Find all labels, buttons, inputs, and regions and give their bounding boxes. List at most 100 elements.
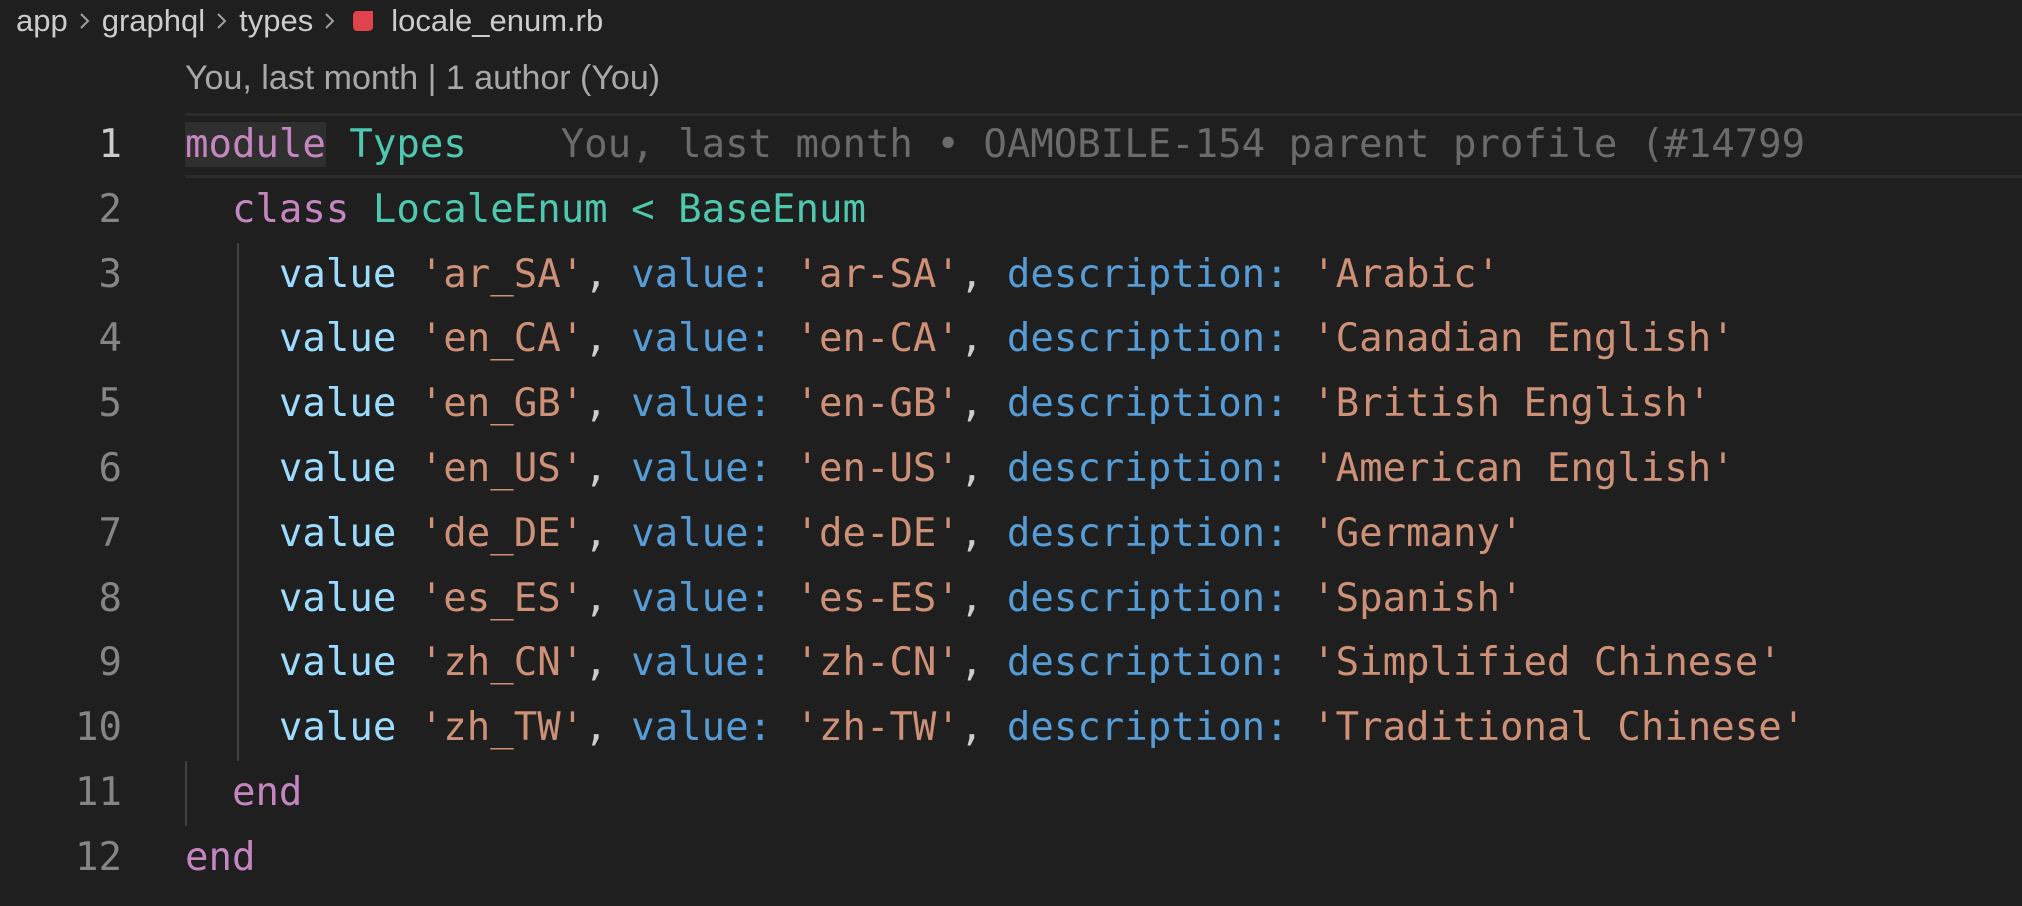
enum-value: 'en-US' <box>795 445 960 491</box>
enum-name: 'en_GB' <box>419 381 585 427</box>
value-method: value <box>278 381 397 427</box>
line-number: 7 <box>98 510 122 556</box>
code-text: class LocaleEnum < BaseEnum <box>185 178 866 243</box>
enum-name: 'es_ES' <box>419 575 585 621</box>
breadcrumb-item-app[interactable]: app <box>16 3 68 39</box>
code-text: value 'es_ES', value: 'es-ES', descripti… <box>278 575 1524 621</box>
line-number: 3 <box>98 251 122 297</box>
value-method: value <box>278 705 397 751</box>
enum-description: 'American English' <box>1312 445 1735 491</box>
line-number: 2 <box>98 186 122 232</box>
inherit-operator: < <box>631 186 655 232</box>
enum-value: 'zh-TW' <box>795 705 960 751</box>
value-key: value: <box>631 640 773 686</box>
keyword-end: end <box>231 769 303 815</box>
enum-description: 'Simplified Chinese' <box>1312 640 1782 686</box>
line-number: 1 <box>98 122 122 167</box>
enum-value: 'ar-SA' <box>795 251 960 297</box>
enum-value: 'en-CA' <box>795 316 960 362</box>
code-text: value 'en_US', value: 'en-US', descripti… <box>278 445 1735 491</box>
line-number: 8 <box>98 575 122 621</box>
enum-value: 'es-ES' <box>795 575 960 621</box>
code-line: 4 value 'en_CA', value: 'en-CA', descrip… <box>0 307 2022 373</box>
line-number: 4 <box>98 316 122 362</box>
code-line: 8 value 'es_ES', value: 'es-ES', descrip… <box>0 566 2022 632</box>
code-line: 11 end <box>0 760 2022 826</box>
enum-value: 'de-DE' <box>795 510 960 556</box>
base-class-name: BaseEnum <box>678 186 866 232</box>
value-key: value: <box>631 510 773 556</box>
keyword-module: module <box>185 122 326 167</box>
breadcrumb: app graphql types locale_enum.rb <box>16 0 603 42</box>
description-key: description: <box>1006 381 1289 427</box>
enum-name: 'de_DE' <box>419 510 585 556</box>
line-number: 6 <box>98 445 122 491</box>
value-key: value: <box>631 705 773 751</box>
code-text: value 'zh_CN', value: 'zh-CN', descripti… <box>278 640 1782 686</box>
value-method: value <box>278 575 397 621</box>
value-method: value <box>278 445 397 491</box>
inline-blame: You, last month • OAMOBILE-154 parent pr… <box>560 122 1806 167</box>
value-method: value <box>278 316 397 362</box>
description-key: description: <box>1006 575 1289 621</box>
code-text: end <box>185 761 302 826</box>
code-line: 10 value 'zh_TW', value: 'zh-TW', descri… <box>0 696 2022 761</box>
code-text: end <box>185 826 255 891</box>
class-name: LocaleEnum <box>372 186 608 232</box>
enum-description: 'Traditional Chinese' <box>1312 705 1806 751</box>
breadcrumb-item-types[interactable]: types <box>239 3 313 39</box>
chevron-right-icon <box>74 0 96 42</box>
value-key: value: <box>631 445 773 491</box>
description-key: description: <box>1006 510 1289 556</box>
enum-description: 'Canadian English' <box>1312 316 1735 362</box>
breadcrumb-item-file[interactable]: locale_enum.rb <box>391 3 603 39</box>
keyword-class: class <box>231 186 350 232</box>
code-text: value 'de_DE', value: 'de-DE', descripti… <box>278 510 1524 556</box>
keyword-end: end <box>185 834 256 880</box>
enum-name: 'en_US' <box>419 445 585 491</box>
description-key: description: <box>1006 445 1289 491</box>
chevron-right-icon <box>319 0 341 42</box>
code-line: 2 class LocaleEnum < BaseEnum <box>0 178 2022 243</box>
enum-name: 'ar_SA' <box>419 251 585 297</box>
blame-codelens[interactable]: You, last month | 1 author (You) <box>185 56 660 100</box>
value-method: value <box>278 251 397 297</box>
description-key: description: <box>1006 316 1289 362</box>
value-method: value <box>278 640 397 686</box>
code-line: 1 module Types You, last month • OAMOBIL… <box>0 113 2022 178</box>
code-text: value 'en_GB', value: 'en-GB', descripti… <box>278 381 1712 427</box>
enum-name: 'zh_CN' <box>419 640 585 686</box>
code-line: 12 end <box>0 826 2022 891</box>
enum-value: 'en-GB' <box>795 381 960 427</box>
module-name: Types <box>349 122 467 167</box>
code-line: 7 value 'de_DE', value: 'de-DE', descrip… <box>0 501 2022 567</box>
value-key: value: <box>631 316 773 362</box>
description-key: description: <box>1006 251 1289 297</box>
enum-value: 'zh-CN' <box>795 640 960 686</box>
enum-description: 'Germany' <box>1312 510 1524 556</box>
enum-description: 'Spanish' <box>1312 575 1524 621</box>
code-text: value 'zh_TW', value: 'zh-TW', descripti… <box>278 705 1806 751</box>
chevron-right-icon <box>211 0 233 42</box>
breadcrumb-item-graphql[interactable]: graphql <box>102 3 205 39</box>
code-line: 3 value 'ar_SA', value: 'ar-SA', descrip… <box>0 242 2022 308</box>
enum-name: 'en_CA' <box>419 316 585 362</box>
description-key: description: <box>1006 705 1289 751</box>
code-line: 6 value 'en_US', value: 'en-US', descrip… <box>0 436 2022 502</box>
line-number: 11 <box>75 769 122 815</box>
line-number: 9 <box>98 640 122 686</box>
code-text: value 'ar_SA', value: 'ar-SA', descripti… <box>278 251 1500 297</box>
description-key: description: <box>1006 640 1289 686</box>
value-key: value: <box>631 381 773 427</box>
value-key: value: <box>631 575 773 621</box>
line-number: 5 <box>98 381 122 427</box>
code-text: module Types You, last month • OAMOBILE-… <box>185 113 1805 178</box>
enum-description: 'British English' <box>1312 381 1712 427</box>
code-text: value 'en_CA', value: 'en-CA', descripti… <box>278 316 1735 362</box>
ruby-icon <box>351 8 377 34</box>
code-line: 9 value 'zh_CN', value: 'zh-CN', descrip… <box>0 631 2022 697</box>
code-editor[interactable]: 1 module Types You, last month • OAMOBIL… <box>0 113 2022 891</box>
value-key: value: <box>631 251 773 297</box>
line-number: 12 <box>75 834 122 880</box>
code-line: 5 value 'en_GB', value: 'en-GB', descrip… <box>0 372 2022 437</box>
